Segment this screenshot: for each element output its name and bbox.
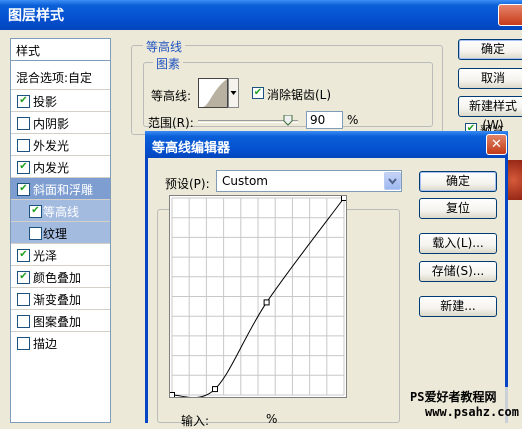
style-checkbox[interactable] — [17, 139, 30, 152]
watermark-line1: PS爱好者教程网 — [410, 390, 497, 404]
chevron-down-icon — [388, 178, 397, 185]
window-title: 图层样式 — [8, 8, 64, 24]
contour-dropdown[interactable] — [228, 78, 239, 108]
style-item-label: 内发光 — [33, 161, 70, 175]
antialias-checkbox[interactable]: ✔ — [252, 87, 264, 99]
ok-button[interactable]: 确定 — [458, 39, 522, 60]
styles-list: 样式 混合选项:自定 ✔ 投影 内阴影 外发光 ✔ 内发光 ✔ 斜面和浮雕 ✔ 等高线 纹理 ✔ 光泽 ✔… — [10, 38, 111, 423]
style-checkbox[interactable] — [29, 227, 42, 240]
style-checkbox[interactable] — [17, 293, 30, 306]
style-checkbox[interactable] — [17, 315, 30, 328]
preset-label: 预设(P): — [165, 177, 210, 191]
window-close-button[interactable] — [498, 4, 522, 26]
input-unit: % — [266, 412, 278, 426]
elements-subgroup-title: 图素 — [153, 55, 184, 72]
style-checkbox[interactable]: ✔ — [17, 271, 30, 284]
curve-canvas[interactable] — [169, 195, 347, 398]
editor-save-button[interactable]: 存储(S)... — [419, 261, 497, 282]
styles-header: 样式 — [11, 39, 110, 61]
style-checkbox[interactable] — [17, 117, 30, 130]
editor-new-button[interactable]: 新建... — [419, 296, 497, 317]
editor-reset-button[interactable]: 复位 — [419, 198, 497, 219]
input-label: 输入: — [181, 414, 210, 428]
editor-title: 等高线编辑器 — [152, 141, 231, 156]
style-item-3[interactable]: 外发光 — [11, 133, 110, 155]
style-item-label: 颜色叠加 — [33, 271, 82, 285]
range-unit: % — [347, 113, 359, 127]
cancel-button[interactable]: 取消 — [458, 68, 522, 89]
style-item-11[interactable]: 图案叠加 — [11, 309, 110, 331]
style-item-label: 投影 — [33, 95, 58, 109]
style-item-label: 内阴影 — [33, 117, 70, 131]
window-titlebar — [0, 0, 522, 30]
style-item-1[interactable]: ✔ 投影 — [11, 89, 110, 111]
preset-value: Custom — [222, 174, 268, 188]
style-checkbox[interactable]: ✔ — [17, 183, 30, 196]
style-checkbox[interactable]: ✔ — [17, 249, 30, 262]
contour-label: 等高线: — [151, 89, 192, 103]
style-checkbox[interactable]: ✔ — [29, 205, 42, 218]
style-item-6[interactable]: ✔ 等高线 — [11, 199, 110, 221]
editor-ok-button[interactable]: 确定 — [419, 171, 497, 192]
style-item-10[interactable]: 渐变叠加 — [11, 287, 110, 309]
style-item-7[interactable]: 纹理 — [11, 221, 110, 243]
style-item-8[interactable]: ✔ 光泽 — [11, 243, 110, 265]
style-item-9[interactable]: ✔ 颜色叠加 — [11, 265, 110, 287]
range-slider[interactable] — [198, 114, 298, 126]
style-item-label: 外发光 — [33, 139, 70, 153]
chevron-down-icon — [230, 91, 237, 95]
curve-point-1 — [169, 392, 175, 398]
contour-thumbnail[interactable] — [198, 78, 228, 108]
contour-thumbnail-curve — [199, 79, 227, 107]
style-checkbox[interactable]: ✔ — [17, 161, 30, 174]
style-item-2[interactable]: 内阴影 — [11, 111, 110, 133]
range-label: 范围(R): — [148, 116, 194, 130]
style-item-label: 渐变叠加 — [33, 293, 82, 307]
style-item-label: 斜面和浮雕 — [33, 183, 94, 197]
curve-point-3 — [263, 299, 270, 306]
range-input[interactable]: 90 — [306, 111, 343, 129]
blend-options-item[interactable]: 混合选项:自定 — [11, 66, 110, 88]
style-item-label: 纹理 — [43, 227, 68, 241]
curve-point-2 — [212, 386, 218, 393]
style-item-label: 描边 — [33, 337, 58, 351]
editor-close-button[interactable]: ✕ — [486, 134, 507, 155]
style-item-12[interactable]: 描边 — [11, 331, 110, 353]
new-style-button[interactable]: 新建样式(W) — [458, 96, 522, 132]
preset-select[interactable]: Custom — [216, 170, 402, 192]
contour-group-title: 等高线 — [143, 38, 186, 55]
style-checkbox[interactable] — [17, 337, 30, 350]
style-checkbox[interactable]: ✔ — [17, 95, 30, 108]
range-slider-thumb[interactable] — [283, 114, 293, 126]
editor-load-button[interactable]: 载入(L)... — [419, 233, 497, 254]
preset-dropdown-arrow[interactable] — [384, 172, 401, 190]
curve-grid[interactable] — [169, 195, 347, 398]
style-item-label: 等高线 — [43, 205, 80, 219]
curve-point-4 — [341, 195, 347, 201]
style-item-label: 光泽 — [33, 249, 58, 263]
style-item-4[interactable]: ✔ 内发光 — [11, 155, 110, 177]
style-item-label: 图案叠加 — [33, 315, 82, 329]
antialias-label: 消除锯齿(L) — [267, 88, 332, 102]
style-item-5[interactable]: ✔ 斜面和浮雕 — [11, 177, 110, 199]
watermark-line2: www.psahz.com — [425, 405, 519, 419]
